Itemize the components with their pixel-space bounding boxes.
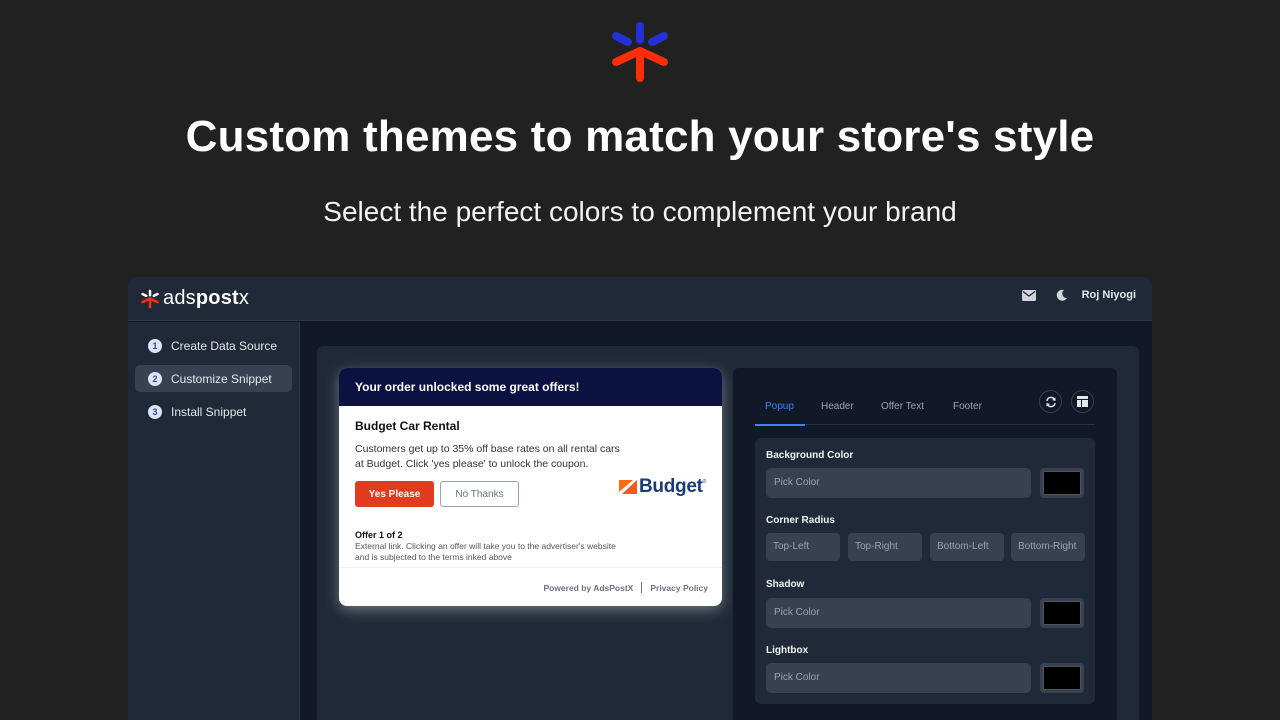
tab-popup[interactable]: Popup	[765, 401, 794, 412]
background-color-label: Background Color	[766, 450, 854, 461]
offer-disclaimer: External link. Clicking an offer will ta…	[355, 541, 616, 562]
tab-footer[interactable]: Footer	[953, 401, 982, 412]
offer-description: Customers get up to 35% off base rates o…	[355, 443, 620, 470]
background-color-swatch[interactable]	[1040, 468, 1084, 498]
swatch-preview	[1043, 666, 1081, 690]
moon-icon[interactable]	[1056, 289, 1068, 301]
popup-preview: Your order unlocked some great offers! B…	[339, 368, 722, 606]
sidebar-step-create-data-source[interactable]: 1 Create Data Source	[135, 332, 292, 359]
step-label: Create Data Source	[171, 338, 278, 353]
lightbox-label: Lightbox	[766, 645, 809, 656]
budget-mark-icon	[619, 480, 637, 494]
yes-please-button[interactable]: Yes Please	[355, 481, 434, 507]
sidebar: 1 Create Data Source 2 Customize Snippet…	[128, 322, 300, 720]
mail-icon[interactable]	[1021, 289, 1036, 301]
offer-count: Offer 1 of 2	[355, 530, 403, 540]
popup-settings-panel: Background Color Pick Color Corner Radiu…	[755, 438, 1095, 704]
step-number: 1	[148, 338, 162, 353]
corner-radius-top-right-input[interactable]: Top-Right	[848, 533, 922, 561]
background-color-input[interactable]: Pick Color	[766, 468, 1031, 498]
corner-radius-top-left-input[interactable]: Top-Left	[766, 533, 840, 561]
user-name[interactable]: Roj Niyogi	[1082, 289, 1136, 301]
advertiser-name: Budget	[639, 476, 703, 497]
top-bar: adspostx Roj Niyogi	[128, 277, 1152, 321]
powered-by-link[interactable]: Powered by AdsPostX	[543, 583, 633, 593]
brand-logo[interactable]: adspostx	[140, 287, 249, 310]
popup-header: Your order unlocked some great offers!	[339, 368, 722, 406]
reset-button[interactable]	[1039, 390, 1062, 413]
shadow-color-input[interactable]: Pick Color	[766, 598, 1031, 628]
offer-title: Budget Car Rental	[355, 419, 460, 433]
adspostx-asterisk-icon	[141, 289, 159, 308]
app-window: adspostx Roj Niyogi 1 Create Data Source…	[128, 277, 1152, 720]
corner-radius-label: Corner Radius	[766, 515, 835, 526]
active-tab-indicator	[755, 424, 805, 426]
customize-card: Your order unlocked some great offers! B…	[317, 346, 1139, 720]
tab-offer-text[interactable]: Offer Text	[881, 401, 924, 412]
swatch-preview	[1043, 601, 1081, 625]
brand-name: adspostx	[163, 287, 250, 309]
sidebar-step-customize-snippet[interactable]: 2 Customize Snippet	[135, 365, 292, 392]
swatch-preview	[1043, 471, 1081, 495]
refresh-icon	[1045, 396, 1056, 407]
hero-subtitle: Select the perfect colors to complement …	[323, 196, 957, 227]
shadow-color-swatch[interactable]	[1040, 598, 1084, 628]
step-label: Install Snippet	[171, 404, 247, 419]
lightbox-color-input[interactable]: Pick Color	[766, 663, 1031, 693]
layout-button[interactable]	[1071, 390, 1094, 413]
theme-settings: Popup Header Offer Text Footer Backgroun…	[733, 368, 1117, 720]
step-number: 3	[148, 404, 162, 419]
layout-icon	[1077, 396, 1088, 407]
shadow-label: Shadow	[766, 579, 805, 590]
corner-radius-bottom-left-input[interactable]: Bottom-Left	[930, 533, 1004, 561]
hero-title: Custom themes to match your store's styl…	[185, 112, 1095, 161]
sidebar-step-install-snippet[interactable]: 3 Install Snippet	[135, 398, 292, 425]
no-thanks-button[interactable]: No Thanks	[440, 481, 519, 507]
lightbox-color-swatch[interactable]	[1040, 663, 1084, 693]
privacy-policy-link[interactable]: Privacy Policy	[650, 583, 708, 593]
corner-radius-bottom-right-input[interactable]: Bottom-Right	[1011, 533, 1085, 561]
step-number: 2	[148, 371, 162, 386]
step-label: Customize Snippet	[171, 371, 272, 386]
footer-separator	[641, 582, 643, 593]
popup-footer: Powered by AdsPostX Privacy Policy	[543, 582, 708, 593]
advertiser-logo: Budget ®	[619, 476, 706, 498]
tab-header[interactable]: Header	[821, 401, 854, 412]
divider	[339, 567, 722, 568]
registered-mark: ®	[702, 479, 707, 485]
adspostx-logo-icon	[612, 22, 668, 82]
